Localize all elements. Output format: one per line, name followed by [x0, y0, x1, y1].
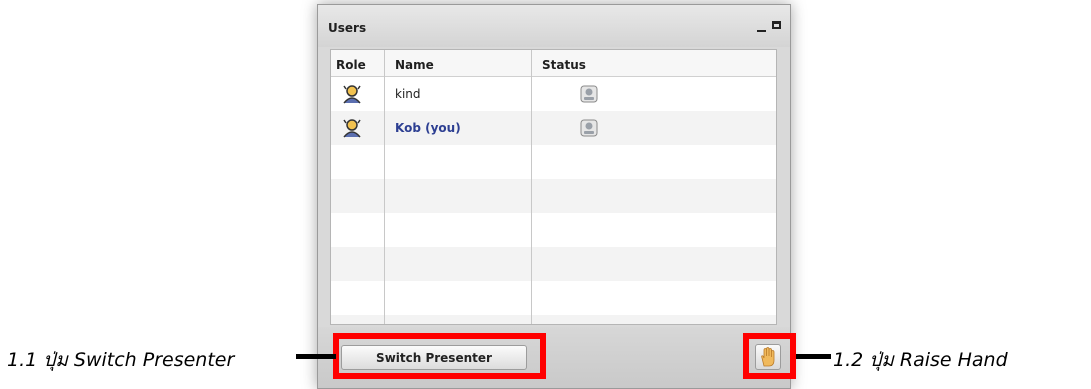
- table-row[interactable]: kind: [331, 77, 776, 111]
- webcam-status-icon[interactable]: [580, 119, 598, 137]
- webcam-status-icon[interactable]: [580, 85, 598, 103]
- empty-row: [331, 145, 776, 179]
- table-row[interactable]: Kob (you): [331, 111, 776, 145]
- maximize-icon[interactable]: [770, 19, 784, 33]
- empty-row: [331, 315, 776, 324]
- column-divider: [531, 50, 532, 324]
- switch-presenter-highlight: [333, 333, 546, 379]
- column-divider: [384, 50, 385, 324]
- user-name-you: Kob (you): [395, 121, 461, 135]
- user-name: kind: [395, 87, 421, 101]
- empty-row: [331, 247, 776, 281]
- callout-leader-line: [296, 354, 336, 359]
- callout-raise-hand: 1.2 ปุ่ม Raise Hand: [833, 349, 1008, 371]
- panel-titlebar: Users: [318, 5, 790, 47]
- empty-row: [331, 281, 776, 315]
- raise-hand-highlight: [743, 333, 796, 379]
- minimize-icon[interactable]: [755, 19, 769, 33]
- column-header-role[interactable]: Role: [336, 58, 366, 72]
- column-header-name[interactable]: Name: [395, 58, 434, 72]
- callout-switch-presenter: 1.1 ปุ่ม Switch Presenter: [7, 349, 235, 371]
- users-table: Role Name Status kind Kob (you): [330, 49, 777, 325]
- empty-row: [331, 213, 776, 247]
- callout-leader-line: [796, 354, 831, 359]
- users-panel: Users Role Name Status kind Kob (you) Sw…: [317, 4, 791, 389]
- presenter-role-icon: [342, 118, 362, 138]
- table-header: Role Name Status: [331, 50, 776, 77]
- empty-row: [331, 179, 776, 213]
- panel-title: Users: [328, 21, 367, 35]
- column-header-status[interactable]: Status: [542, 58, 586, 72]
- presenter-role-icon: [342, 84, 362, 104]
